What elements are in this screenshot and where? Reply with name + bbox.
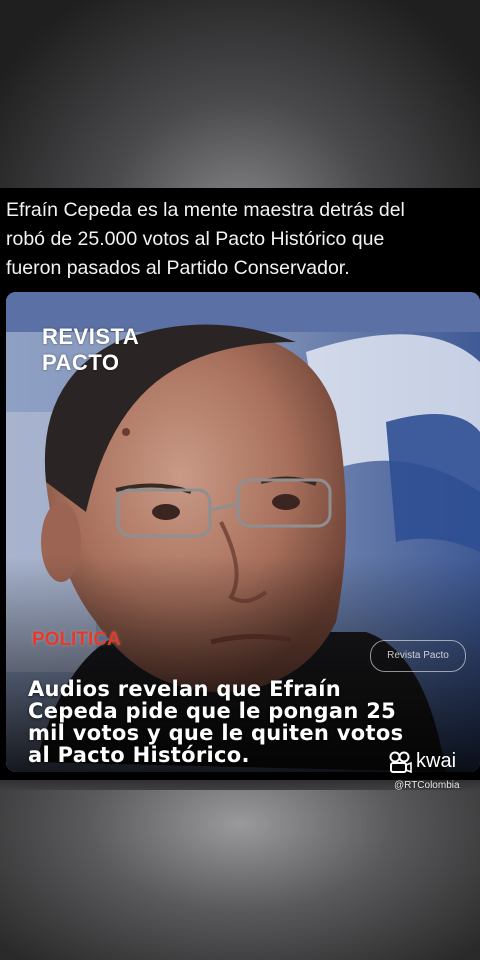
kwai-logo-icon xyxy=(389,751,412,773)
caption-line: robó de 25.000 votos al Pacto Histórico … xyxy=(6,228,385,250)
brand-logo-text: REVISTA PACTO xyxy=(42,324,139,376)
headline-line: Audios revelan que Efraín xyxy=(28,677,342,701)
video-screen: Efraín Cepeda es la mente maestra detrás… xyxy=(0,0,480,960)
section-label: POLITICA xyxy=(32,629,121,650)
headline-line: al Pacto Histórico. xyxy=(28,743,250,767)
post-caption: Efraín Cepeda es la mente maestra detrás… xyxy=(6,196,474,283)
source-pill: Revista Pacto xyxy=(370,640,466,672)
author-handle: @RTColombia xyxy=(394,780,460,791)
brand-line: PACTO xyxy=(42,350,120,375)
kwai-app-name: kwai xyxy=(416,750,457,772)
blurred-background-bottom xyxy=(0,790,480,960)
headline-line: Cepeda pide que le pongan 25 xyxy=(28,699,397,723)
blurred-background-top xyxy=(0,0,480,190)
caption-line: fueron pasados al Partido Conservador. xyxy=(6,257,350,279)
headline-line: mil votos y que le quiten votos xyxy=(28,721,404,745)
news-card-image: REVISTA PACTO POLITICA Revista Pacto Aud… xyxy=(6,292,480,772)
brand-line: REVISTA xyxy=(42,324,140,349)
card-headline: Audios revelan que Efraín Cepeda pide qu… xyxy=(28,678,448,766)
caption-line: Efraín Cepeda es la mente maestra detrás… xyxy=(6,199,405,221)
kwai-watermark: kwai xyxy=(388,750,456,773)
